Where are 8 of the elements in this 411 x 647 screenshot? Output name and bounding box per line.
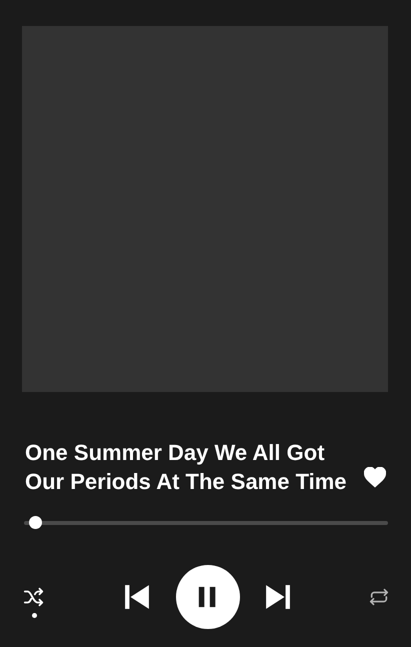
progress-track[interactable] — [22, 516, 388, 529]
pause-icon — [196, 586, 218, 608]
skip-back-button[interactable] — [124, 584, 150, 610]
skip-forward-button[interactable] — [265, 584, 292, 610]
progress-thumb[interactable] — [29, 516, 42, 529]
shuffle-button[interactable] — [22, 585, 46, 609]
heart-icon[interactable] — [363, 466, 387, 490]
track-title: One Summer Day We All Got Our Periods At The Same Time — [25, 439, 348, 496]
